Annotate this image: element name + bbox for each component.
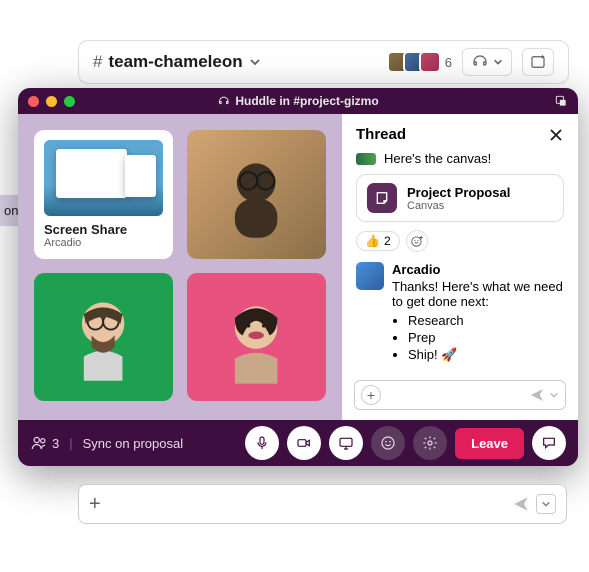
person-avatar <box>187 130 326 259</box>
canvas-subtitle: Canvas <box>407 200 510 212</box>
headphones-icon <box>471 53 489 71</box>
member-avatars[interactable]: 6 <box>393 51 452 73</box>
attach-button[interactable]: + <box>361 385 381 405</box>
leave-button[interactable]: Leave <box>455 428 524 459</box>
gear-icon <box>422 435 438 451</box>
canvas-attachment[interactable]: Project Proposal Canvas <box>356 174 564 222</box>
message-avatar <box>356 262 384 290</box>
mute-button[interactable] <box>245 426 279 460</box>
canvas-header-button[interactable] <box>522 48 554 76</box>
reaction-count: 2 <box>384 234 391 248</box>
video-icon <box>296 435 312 451</box>
participant-tile[interactable] <box>187 130 326 259</box>
window-traffic-lights[interactable] <box>28 96 75 107</box>
thread-composer[interactable]: + <box>354 380 566 410</box>
close-thread-button[interactable] <box>548 127 564 143</box>
message-list: Research Prep Ship! 🚀 <box>408 313 564 363</box>
thread-message: Here's the canvas! <box>356 151 564 166</box>
chevron-down-icon <box>541 499 551 509</box>
person-avatar <box>187 273 326 402</box>
person-avatar <box>34 273 173 402</box>
huddle-topic[interactable]: Sync on proposal <box>83 436 183 451</box>
video-button[interactable] <box>287 426 321 460</box>
send-icon[interactable] <box>512 495 530 513</box>
thread-message: Arcadio Thanks! Here's what we need to g… <box>356 262 564 365</box>
add-reaction-button[interactable] <box>406 230 428 252</box>
screen-icon <box>338 435 354 451</box>
message-text: Here's the canvas! <box>384 151 491 166</box>
chevron-down-icon <box>493 57 503 67</box>
canvas-title: Project Proposal <box>407 185 510 200</box>
new-canvas-icon <box>529 53 547 71</box>
share-presenter: Arcadio <box>44 237 163 249</box>
huddle-title-text: Huddle in #project-gizmo <box>235 94 378 108</box>
participant-tile[interactable] <box>187 273 326 402</box>
reactions-row: 👍 2 <box>356 230 564 252</box>
people-icon <box>30 434 48 452</box>
reaction-thumbsup[interactable]: 👍 2 <box>356 231 400 251</box>
thumbsup-icon: 👍 <box>365 234 380 248</box>
video-grid: Screen Share Arcadio <box>18 114 342 420</box>
close-window-icon[interactable] <box>28 96 39 107</box>
close-icon <box>548 127 564 143</box>
popout-icon <box>554 94 568 108</box>
settings-button[interactable] <box>413 426 447 460</box>
thread-toggle-button[interactable] <box>532 426 566 460</box>
share-label: Screen Share <box>44 222 163 237</box>
microphone-icon <box>254 435 270 451</box>
list-item: Research <box>408 313 564 328</box>
chevron-down-icon <box>549 390 559 400</box>
channel-name-text: team-chameleon <box>108 52 242 72</box>
message-avatar <box>356 153 376 165</box>
huddle-window: Huddle in #project-gizmo Screen Share Ar… <box>18 88 578 466</box>
headphones-icon <box>217 95 230 108</box>
thread-title: Thread <box>356 126 406 143</box>
huddle-header-button[interactable] <box>462 48 512 76</box>
send-options-button[interactable] <box>536 494 556 514</box>
huddle-titlebar: Huddle in #project-gizmo <box>18 88 578 114</box>
attach-button[interactable]: + <box>89 493 101 516</box>
huddle-footer: 3 | Sync on proposal <box>18 420 578 466</box>
canvas-icon <box>367 183 397 213</box>
smile-icon <box>380 435 396 451</box>
participant-count[interactable]: 3 <box>30 434 59 452</box>
popout-button[interactable] <box>554 94 568 108</box>
minimize-window-icon[interactable] <box>46 96 57 107</box>
participant-tile[interactable] <box>34 273 173 402</box>
chevron-down-icon <box>249 56 261 68</box>
list-item: Ship! 🚀 <box>408 347 564 363</box>
channel-header: # team-chameleon 6 <box>78 40 569 84</box>
list-item: Prep <box>408 330 564 345</box>
message-text: Thanks! Here's what we need to get done … <box>392 279 564 309</box>
channel-name-button[interactable]: # team-chameleon <box>93 52 261 72</box>
member-count: 6 <box>445 55 452 70</box>
message-composer[interactable]: + <box>78 484 567 524</box>
thread-icon <box>541 435 557 451</box>
thread-panel: Thread Here's the canvas! Project Propos… <box>342 114 578 420</box>
send-button[interactable] <box>529 387 559 403</box>
message-author: Arcadio <box>392 262 564 277</box>
screen-share-tile[interactable]: Screen Share Arcadio <box>34 130 173 259</box>
maximize-window-icon[interactable] <box>64 96 75 107</box>
screen-share-preview <box>44 140 163 216</box>
smile-plus-icon <box>410 234 424 248</box>
send-icon <box>529 387 545 403</box>
share-screen-button[interactable] <box>329 426 363 460</box>
reactions-button[interactable] <box>371 426 405 460</box>
hash-icon: # <box>93 52 102 72</box>
